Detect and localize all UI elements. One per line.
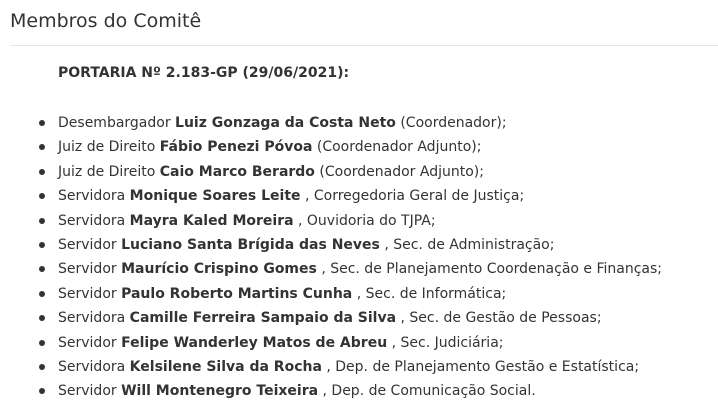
bullet-icon — [39, 266, 45, 273]
member-role: (Coordenador); — [400, 115, 507, 131]
member-name: Luciano Santa Brígida das Neves — [121, 236, 380, 253]
member-title: Servidor — [58, 383, 122, 400]
member-title: Servidora — [58, 212, 130, 229]
member-role: , Corregedoria Geral de Justiça; — [304, 188, 525, 205]
member-item: Servidor Paulo Roberto Martins Cunha , S… — [38, 285, 662, 309]
member-item: Juiz de Direito Caio Marco Berardo (Coor… — [38, 163, 662, 187]
member-title: Juiz de Direito — [58, 139, 160, 156]
member-title: Servidor — [58, 285, 122, 302]
member-item: Servidor Luciano Santa Brígida das Neves… — [38, 236, 662, 260]
bullet-icon — [39, 363, 45, 370]
member-item: Servidor Maurício Crispino Gomes , Sec. … — [38, 260, 662, 284]
member-role: , Dep. de Planejamento Gestão e Estatíst… — [326, 358, 640, 375]
member-name: Monique Soares Leite — [129, 188, 301, 205]
member-role: , Sec. de Planejamento Coordenação e Fin… — [321, 261, 663, 278]
member-title: Servidor — [58, 261, 122, 278]
bullet-icon — [39, 388, 45, 395]
member-name: Luiz Gonzaga da Costa Neto — [175, 115, 396, 131]
ordinance-heading: PORTARIA Nº 2.183-GP (29/06/2021): — [58, 65, 350, 81]
member-name: Felipe Wanderley Matos de Abreu — [121, 334, 388, 351]
committee-members-page: Membros do Comitê PORTARIA Nº 2.183-GP (… — [0, 0, 718, 412]
member-title: Servidora — [58, 188, 130, 205]
member-item: Desembargador Luiz Gonzaga da Costa Neto… — [38, 114, 662, 138]
member-name: Kelsilene Silva da Rocha — [129, 358, 322, 375]
member-role: , Sec. de Administração; — [384, 236, 555, 253]
member-role: (Coordenador Adjunto); — [316, 139, 482, 156]
member-item: Servidora Kelsilene Silva da Rocha , Dep… — [38, 358, 662, 382]
member-title: Desembargador — [58, 115, 176, 131]
member-role: , Ouvidoria do TJPA; — [298, 212, 436, 229]
member-name: Will Montenegro Teixeira — [121, 383, 319, 400]
bullet-icon — [39, 339, 45, 346]
title-divider — [10, 45, 718, 46]
member-item: Juiz de Direito Fábio Penezi Póvoa (Coor… — [38, 138, 662, 162]
member-name: Mayra Kaled Moreira — [129, 212, 294, 229]
member-role: , Sec. de Gestão de Pessoas; — [400, 310, 602, 327]
member-item: Servidora Monique Soares Leite , Correge… — [38, 187, 662, 211]
member-title: Servidora — [58, 310, 130, 327]
bullet-icon — [39, 168, 45, 175]
bullet-icon — [39, 290, 45, 297]
bullet-icon — [39, 120, 45, 126]
member-title: Juiz de Direito — [58, 163, 160, 180]
bullet-icon — [39, 144, 45, 151]
member-name: Fábio Penezi Póvoa — [159, 139, 313, 156]
member-item: Servidora Mayra Kaled Moreira , Ouvidori… — [38, 212, 662, 236]
bullet-icon — [39, 193, 45, 200]
member-item: Servidora Camille Ferreira Sampaio da Si… — [38, 309, 662, 333]
member-title: Servidor — [58, 334, 122, 351]
member-name: Paulo Roberto Martins Cunha — [121, 285, 353, 302]
member-role: , Sec. de Informática; — [356, 285, 507, 302]
member-role: (Coordenador Adjunto); — [319, 163, 484, 180]
member-name: Camille Ferreira Sampaio da Silva — [129, 310, 397, 327]
member-item: Servidor Will Montenegro Teixeira , Dep.… — [38, 382, 662, 406]
member-role: , Dep. de Comunicação Social. — [322, 383, 536, 400]
section-title: Membros do Comitê — [10, 10, 202, 32]
member-name: Caio Marco Berardo — [159, 163, 315, 180]
member-title: Servidor — [58, 236, 122, 253]
bullet-icon — [39, 217, 45, 224]
member-item: Servidor Felipe Wanderley Matos de Abreu… — [38, 334, 662, 358]
member-name: Maurício Crispino Gomes — [121, 261, 317, 278]
member-role: , Sec. Judiciária; — [391, 334, 504, 351]
bullet-icon — [39, 241, 45, 248]
bullet-icon — [39, 315, 45, 322]
member-title: Servidora — [58, 358, 130, 375]
members-list: Desembargador Luiz Gonzaga da Costa Neto… — [38, 114, 662, 407]
